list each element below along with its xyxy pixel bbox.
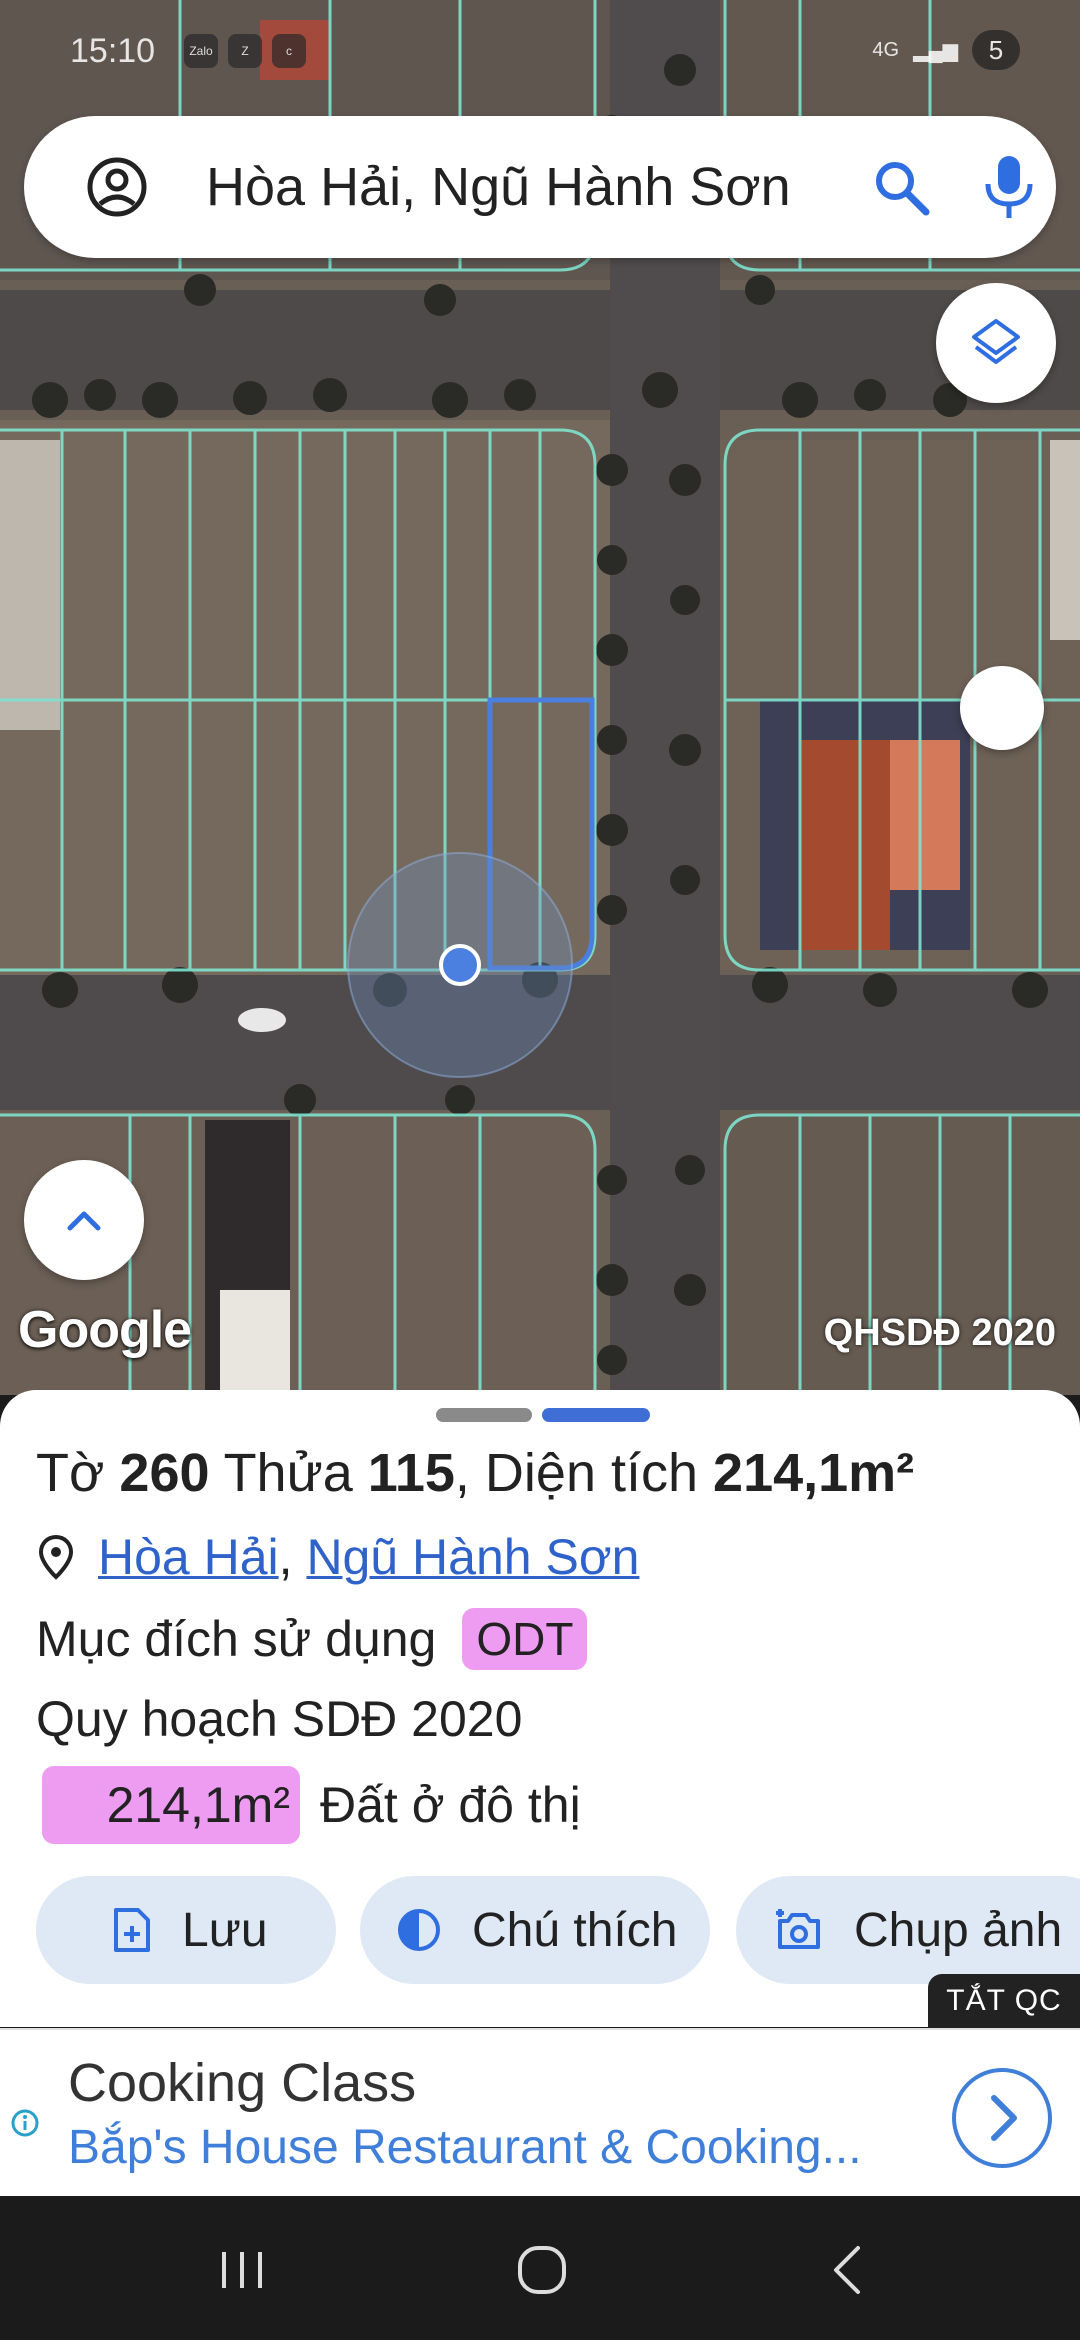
layers-button[interactable] bbox=[936, 283, 1056, 403]
search-bar[interactable]: Hòa Hải, Ngũ Hành Sơn bbox=[24, 116, 1056, 258]
app-notification-icon: c bbox=[272, 34, 306, 68]
sheet-handle-inactive bbox=[436, 1408, 532, 1422]
land-use-purpose: Mục đích sử dụng ODT bbox=[36, 1608, 588, 1670]
ad-subtitle[interactable]: Bắp's House Restaurant & Cooking... bbox=[68, 2120, 862, 2175]
district-link[interactable]: Ngũ Hành Sơn bbox=[306, 1528, 639, 1586]
side-panel-handle[interactable] bbox=[960, 666, 1044, 750]
system-navigation-bar bbox=[0, 2196, 1080, 2340]
purpose-label: Mục đích sử dụng bbox=[36, 1611, 437, 1667]
recents-icon[interactable] bbox=[212, 2240, 272, 2300]
parcel-title: Tờ 260 Thửa 115, Diện tích 214,1m² bbox=[36, 1442, 914, 1504]
save-label: Lưu bbox=[182, 1903, 268, 1957]
capture-label: Chụp ảnh bbox=[854, 1903, 1063, 1957]
satellite-map[interactable]: 15:10 Zalo Z c 4G ▂▄▆ 5 Hòa Hải, Ngũ Hàn… bbox=[0, 0, 1080, 1395]
sheet-number: 260 bbox=[119, 1443, 210, 1503]
save-button[interactable]: Lưu bbox=[36, 1876, 336, 1984]
mic-icon[interactable] bbox=[978, 152, 1040, 222]
ad-banner[interactable]: Cooking Class Bắp's House Restaurant & C… bbox=[0, 2028, 1080, 2196]
plan-area-chip: 214,1m² bbox=[42, 1766, 300, 1844]
plan-area-row: 214,1m² Đất ở đô thị bbox=[42, 1766, 581, 1844]
contrast-icon bbox=[398, 1909, 440, 1951]
status-time: 15:10 bbox=[70, 32, 156, 70]
status-bar: 15:10 Zalo Z c 4G ▂▄▆ 5 bbox=[0, 0, 1080, 100]
close-ad-button[interactable]: TẮT QC bbox=[928, 1974, 1080, 2028]
sheet-handle-active bbox=[542, 1408, 650, 1422]
map-layer-attribution: QHSDĐ 2020 bbox=[823, 1312, 1056, 1354]
location-pin-icon bbox=[38, 1534, 74, 1580]
info-icon[interactable] bbox=[10, 2108, 40, 2138]
plan-label: Quy hoạch SDĐ 2020 bbox=[36, 1691, 523, 1747]
parcel-area: 214,1m² bbox=[713, 1443, 915, 1503]
add-file-icon bbox=[114, 1908, 150, 1952]
status-indicators: 4G ▂▄▆ 5 bbox=[872, 30, 1020, 70]
chevron-up-icon bbox=[67, 1211, 101, 1231]
expand-button[interactable] bbox=[24, 1160, 144, 1280]
zalo-notification-icon: Zalo bbox=[184, 34, 218, 68]
lot-label: Thửa bbox=[223, 1443, 353, 1503]
home-icon[interactable] bbox=[512, 2240, 572, 2300]
address-separator: , bbox=[278, 1529, 307, 1585]
status-notification-icons: Zalo Z c bbox=[184, 34, 306, 68]
battery-indicator: 5 bbox=[972, 30, 1020, 70]
back-icon[interactable] bbox=[818, 2240, 878, 2300]
signal-icon: ▂▄▆ bbox=[913, 39, 958, 62]
area-label: , Diện tích bbox=[454, 1443, 699, 1503]
capture-button[interactable]: Chụp ảnh bbox=[736, 1876, 1080, 1984]
sheet-label: Tờ bbox=[36, 1443, 105, 1503]
network-type: 4G bbox=[872, 38, 900, 61]
camera-icon bbox=[776, 1909, 820, 1949]
account-icon[interactable] bbox=[86, 156, 148, 218]
legend-button[interactable]: Chú thích bbox=[360, 1876, 710, 1984]
ad-title[interactable]: Cooking Class bbox=[68, 2052, 416, 2114]
search-icon[interactable] bbox=[870, 156, 932, 218]
legend-label: Chú thích bbox=[472, 1903, 678, 1957]
plan-use-label: Đất ở đô thị bbox=[320, 1777, 581, 1833]
parcel-address: Hòa Hải, Ngũ Hành Sơn bbox=[36, 1528, 639, 1586]
google-logo: Google bbox=[18, 1301, 192, 1359]
zalo-secondary-notification-icon: Z bbox=[228, 34, 262, 68]
ward-link[interactable]: Hòa Hải bbox=[98, 1528, 279, 1586]
search-input[interactable]: Hòa Hải, Ngũ Hành Sơn bbox=[206, 156, 856, 218]
chevron-right-icon[interactable] bbox=[950, 2066, 1054, 2170]
parcel-info-sheet[interactable]: Tờ 260 Thửa 115, Diện tích 214,1m² Hòa H… bbox=[0, 1390, 1080, 2027]
lot-number: 115 bbox=[367, 1443, 455, 1503]
sheet-drag-handle[interactable] bbox=[436, 1408, 650, 1422]
purpose-code-badge: ODT bbox=[462, 1608, 588, 1670]
layers-icon bbox=[972, 319, 1020, 364]
